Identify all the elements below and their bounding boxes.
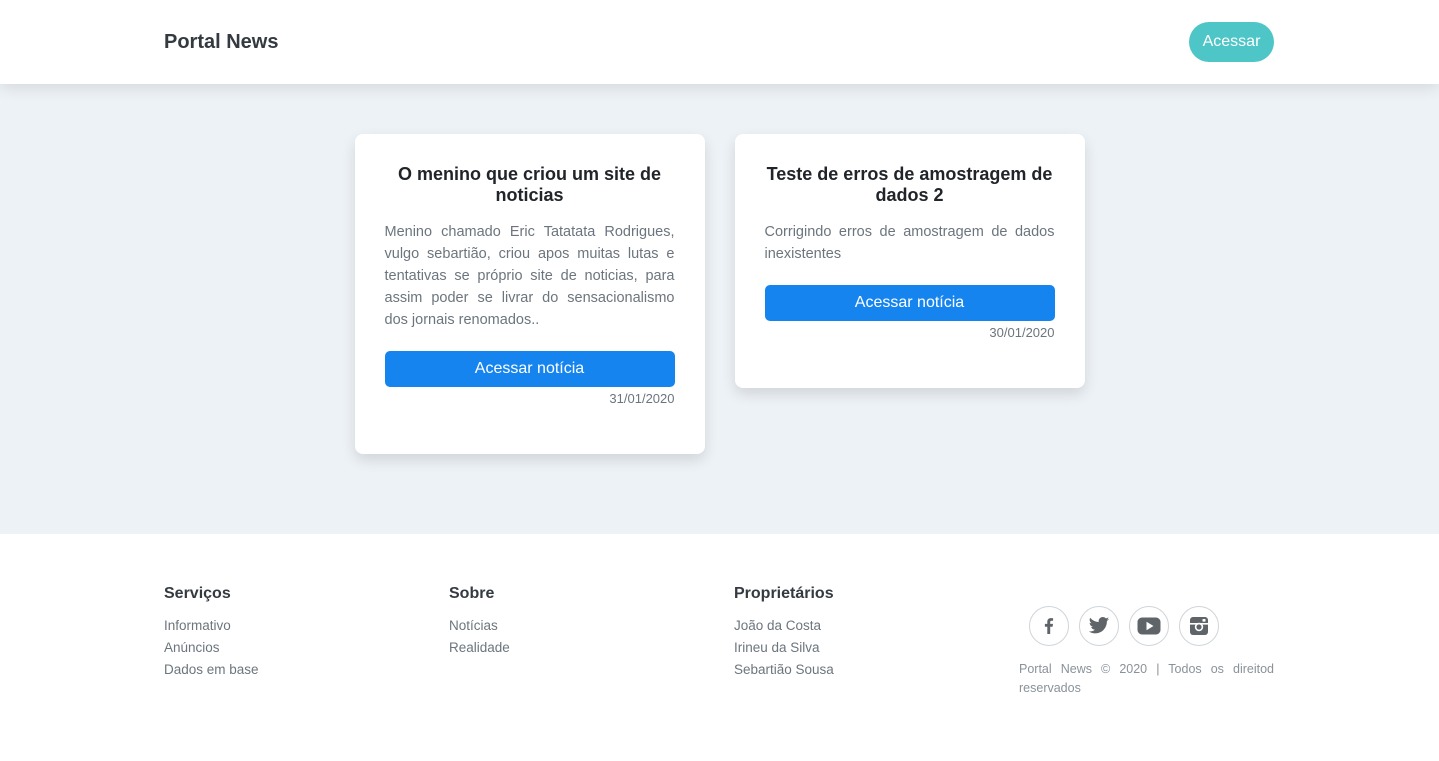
footer-column-title: Sobre — [449, 585, 495, 602]
read-news-button[interactable]: Acessar notícia — [764, 285, 1055, 321]
footer-link-anuncios[interactable]: Anúncios — [164, 637, 259, 659]
instagram-link[interactable] — [1179, 606, 1219, 646]
footer-link-realidade[interactable]: Realidade — [449, 637, 510, 659]
news-card: Teste de erros de amostragem de dados 2 … — [734, 134, 1085, 388]
copyright-text: Portal News © 2020 | Todos os direitod r… — [1019, 662, 1274, 695]
social-section: Portal News © 2020 | Todos os direitod r… — [1019, 606, 1274, 698]
login-button[interactable]: Acessar — [1189, 22, 1274, 62]
footer-link-sebartiao-sousa[interactable]: Sebartião Sousa — [734, 659, 834, 681]
social-links — [1029, 606, 1274, 646]
news-card-date: 31/01/2020 — [609, 391, 675, 406]
news-card-date: 30/01/2020 — [989, 325, 1055, 340]
footer-link-joao-da-costa[interactable]: João da Costa — [734, 615, 834, 637]
footer-link-informativo[interactable]: Informativo — [164, 615, 259, 637]
facebook-link[interactable] — [1029, 606, 1069, 646]
news-card-title: Teste de erros de amostragem de dados 2 — [766, 164, 1053, 205]
footer-column-title: Serviços — [164, 585, 231, 602]
footer-column-servicos: Serviços Informativo Anúncios Dados em b… — [164, 585, 259, 681]
facebook-icon — [1044, 618, 1054, 634]
footer-link-irineu-da-silva[interactable]: Irineu da Silva — [734, 637, 834, 659]
footer-column-sobre: Sobre Notícias Realidade — [449, 585, 510, 659]
footer: Serviços Informativo Anúncios Dados em b… — [0, 534, 1439, 761]
navbar: Portal News Acessar — [0, 0, 1439, 84]
footer-link-dados-em-base[interactable]: Dados em base — [164, 659, 259, 681]
footer-link-noticias[interactable]: Notícias — [449, 615, 510, 637]
youtube-icon — [1137, 617, 1161, 635]
news-card: O menino que criou um site de noticias M… — [354, 134, 705, 454]
twitter-link[interactable] — [1079, 606, 1119, 646]
news-card-title: O menino que criou um site de noticias — [397, 164, 662, 205]
twitter-icon — [1088, 617, 1110, 634]
news-card-summary: Corrigindo erros de amostragem de dados … — [764, 224, 1055, 262]
brand-logo[interactable]: Portal News — [164, 31, 278, 54]
news-section: O menino que criou um site de noticias M… — [0, 84, 1439, 534]
footer-column-proprietarios: Proprietários João da Costa Irineu da Si… — [734, 585, 834, 681]
instagram-icon — [1190, 617, 1208, 635]
news-card-summary: Menino chamado Eric Tatatata Rodrigues, … — [384, 224, 675, 328]
read-news-button[interactable]: Acessar notícia — [384, 351, 675, 387]
footer-column-title: Proprietários — [734, 585, 834, 602]
youtube-link[interactable] — [1129, 606, 1169, 646]
